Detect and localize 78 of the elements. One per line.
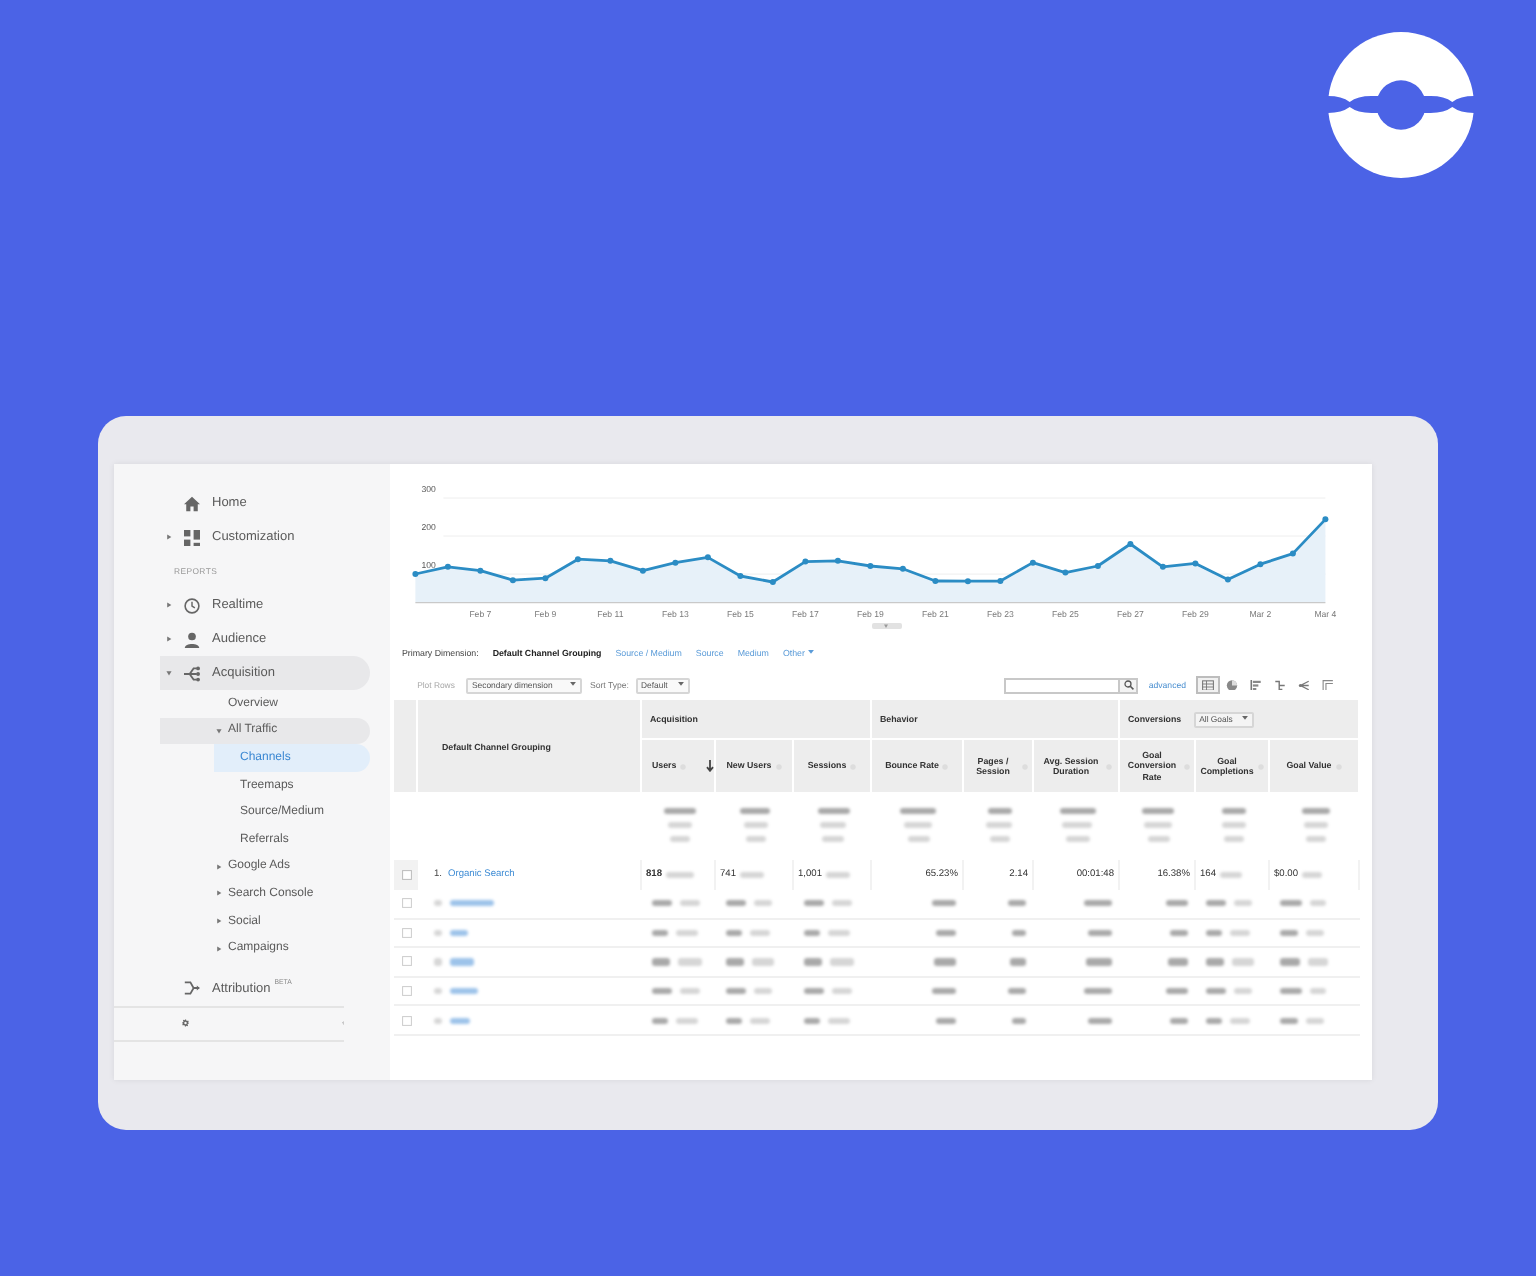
person-icon xyxy=(183,631,199,647)
row-checkbox[interactable] xyxy=(401,898,411,909)
data-point xyxy=(1192,560,1199,567)
data-point xyxy=(997,577,1004,584)
search-button[interactable] xyxy=(1120,677,1139,693)
data-point xyxy=(932,577,939,584)
row-checkbox[interactable] xyxy=(401,870,411,880)
blurred-text xyxy=(1080,897,1114,910)
data-point xyxy=(1127,541,1134,547)
data-point xyxy=(769,579,776,586)
data-point xyxy=(412,571,419,578)
dashboard-icon xyxy=(183,529,199,545)
logo-icon xyxy=(1328,32,1474,178)
attribution-icon xyxy=(183,980,199,997)
blurred-text xyxy=(930,955,958,969)
data-point xyxy=(834,557,841,564)
data-point xyxy=(867,563,874,570)
blurred-text xyxy=(1082,955,1114,969)
settings-icon[interactable] xyxy=(182,1016,189,1031)
data-point xyxy=(704,554,711,561)
row-checkbox[interactable] xyxy=(401,927,411,938)
data-point xyxy=(802,558,809,565)
data-point xyxy=(1257,561,1264,568)
blurred-text xyxy=(1164,955,1190,969)
blurred-text xyxy=(932,1014,958,1027)
row-checkbox[interactable] xyxy=(401,986,411,997)
data-point xyxy=(1224,576,1231,583)
blurred-text xyxy=(928,984,958,998)
caret-down-icon xyxy=(1241,716,1248,722)
data-point xyxy=(1094,563,1101,570)
blurred-text xyxy=(1006,955,1028,969)
clock-icon xyxy=(183,597,199,613)
blurred-text xyxy=(1162,897,1190,910)
data-point xyxy=(477,567,484,574)
split-bars-icon xyxy=(1274,679,1286,691)
blurred-text xyxy=(1166,926,1190,939)
data-point xyxy=(1029,559,1036,566)
blurred-text xyxy=(1004,984,1028,998)
data-point xyxy=(542,575,549,582)
row-checkbox[interactable] xyxy=(401,1015,411,1026)
caret-down-icon xyxy=(570,682,576,688)
row-checkbox[interactable] xyxy=(401,956,411,967)
blurred-text xyxy=(1084,926,1114,939)
pie-chart-icon xyxy=(1226,679,1238,691)
search-icon xyxy=(1123,680,1134,690)
data-point xyxy=(639,567,646,574)
blurred-text xyxy=(932,926,958,939)
blurred-text xyxy=(1008,926,1028,939)
branch-icon xyxy=(183,665,199,681)
data-point xyxy=(509,577,516,584)
data-point xyxy=(1289,550,1296,557)
bar-chart-icon xyxy=(1250,679,1262,691)
caret-down-icon xyxy=(677,682,684,688)
data-point xyxy=(1322,516,1329,523)
search-field[interactable] xyxy=(1004,677,1121,693)
data-point xyxy=(737,572,744,579)
sort-down-icon xyxy=(706,760,715,772)
home-icon xyxy=(183,495,199,511)
data-point xyxy=(574,556,581,563)
data-point xyxy=(1062,569,1069,576)
view-toggle[interactable] xyxy=(1196,676,1220,694)
nodes-icon xyxy=(1298,679,1310,691)
blurred-text xyxy=(1008,1014,1028,1027)
blurred-text xyxy=(1084,1014,1114,1027)
data-point xyxy=(1159,563,1166,570)
blurred-text xyxy=(1004,897,1028,910)
table-icon xyxy=(1202,679,1214,691)
data-point xyxy=(899,565,906,572)
caret-down-icon xyxy=(807,650,814,656)
blurred-text xyxy=(1162,984,1190,998)
data-point xyxy=(607,557,614,564)
blurred-text xyxy=(1166,1014,1190,1027)
data-point xyxy=(444,563,451,570)
pivot-table-icon xyxy=(1322,679,1334,691)
data-point xyxy=(964,578,971,585)
blurred-text xyxy=(928,897,958,910)
blurred-text xyxy=(1080,984,1114,998)
data-point xyxy=(672,559,679,566)
